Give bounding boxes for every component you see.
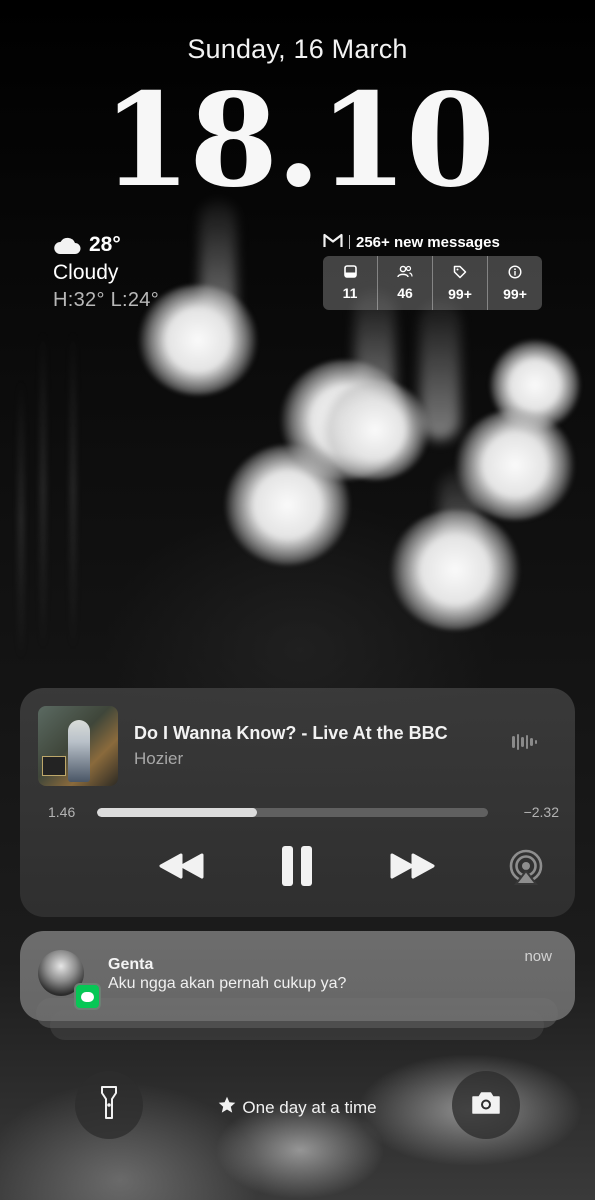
star-icon [218, 1096, 236, 1119]
now-playing-widget: Do I Wanna Know? - Live At the BBC Hozie… [20, 688, 575, 917]
motto-text: One day at a time [242, 1097, 377, 1117]
camera-button[interactable] [452, 1071, 520, 1139]
weather-temperature: 28° [89, 233, 121, 256]
wallpaper-stripe [18, 380, 24, 660]
rewind-button[interactable] [156, 846, 208, 890]
fast-forward-button[interactable] [386, 846, 438, 890]
airplay-button[interactable] [506, 848, 546, 890]
notification-card[interactable]: Genta Aku ngga akan pernah cukup ya? now [20, 931, 575, 1021]
song-title: Do I Wanna Know? - Live At the BBC [134, 723, 448, 743]
gmail-category-grid: 11 46 99+ 99+ [323, 256, 542, 310]
lockscreen-date: Sunday, 16 March [187, 34, 408, 64]
gmail-category-updates[interactable]: 99+ [488, 256, 542, 310]
album-artwork[interactable] [38, 706, 118, 786]
fast-forward-icon [388, 851, 436, 886]
inbox-icon [343, 265, 357, 281]
bokeh-light [320, 380, 430, 480]
bokeh-light [455, 410, 575, 520]
playback-progress-bar[interactable] [97, 808, 488, 817]
rewind-icon [158, 851, 206, 886]
tag-icon [453, 265, 467, 282]
gmail-count-promotions: 99+ [448, 285, 472, 302]
elapsed-time: 1.46 [48, 804, 76, 820]
remaining-time: −2.32 [523, 804, 559, 820]
gmail-header: 256+ new messages [323, 231, 542, 253]
cloud-icon [53, 235, 81, 255]
bokeh-light [390, 510, 520, 630]
weather-condition: Cloudy [53, 261, 119, 284]
weather-high-low: H:32° L:24° [53, 289, 160, 311]
gmail-count-inbox: 11 [342, 285, 358, 301]
album-artwork-figure [68, 720, 90, 782]
album-artwork-sign [42, 756, 66, 776]
notification-message: Aku ngga akan pernah cukup ya? [108, 975, 347, 992]
gmail-count-social: 46 [397, 285, 413, 301]
audio-wave-icon [512, 734, 537, 750]
people-icon [397, 265, 413, 281]
gmail-category-social[interactable]: 46 [378, 256, 433, 310]
info-icon [508, 264, 522, 282]
bokeh-light [225, 445, 350, 565]
camera-icon [471, 1091, 501, 1120]
gmail-widget[interactable]: 256+ new messages 11 46 99+ 99+ [323, 231, 542, 310]
gmail-category-promotions[interactable]: 99+ [433, 256, 488, 310]
weather-temperature-row: 28° [53, 230, 273, 260]
wallpaper-stripe [40, 330, 46, 650]
line-icon [74, 983, 101, 1010]
playback-progress-fill [97, 808, 258, 817]
song-artist: Hozier [134, 749, 184, 768]
notification-time: now [524, 948, 552, 965]
pause-icon [280, 844, 314, 893]
weather-widget[interactable]: 28° Cloudy H:32° L:24° [53, 230, 273, 312]
pause-button[interactable] [273, 844, 321, 892]
notification-sender: Genta [108, 956, 154, 973]
airplay-icon [507, 849, 545, 890]
wallpaper-stripe [70, 330, 76, 650]
gmail-header-divider [349, 235, 350, 249]
gmail-count-updates: 99+ [503, 285, 527, 302]
lockscreen-time: 18.10 [102, 66, 495, 216]
gmail-category-inbox[interactable]: 11 [323, 256, 378, 310]
gmail-icon [323, 233, 343, 252]
gmail-summary: 256+ new messages [356, 233, 500, 251]
